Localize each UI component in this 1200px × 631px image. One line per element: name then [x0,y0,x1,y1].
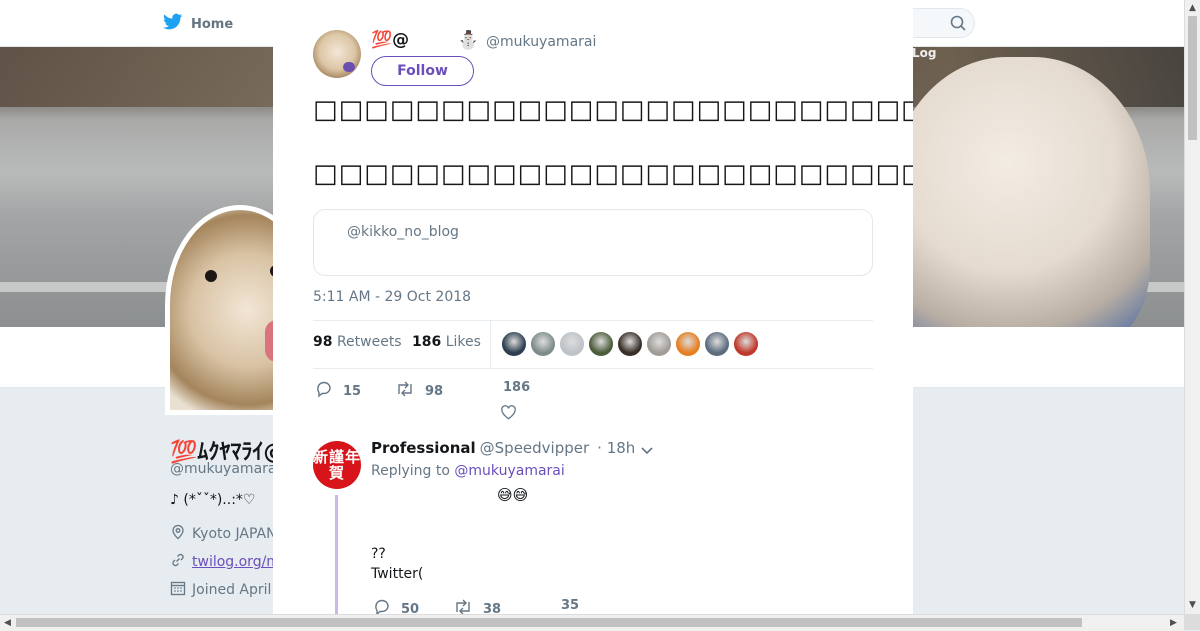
tweet-text-line-2: □□□□□□□□□□□□□□□□□□□□□□□□□□□□□□□□□□□□□□□□… [313,159,913,189]
reply-button[interactable]: 15 [315,380,361,402]
author-avatar[interactable] [313,30,361,78]
calendar-icon [170,580,186,600]
snowman-emoji: ⛄ [457,30,480,51]
reply-header: Professional @Speedvipper · 18h [371,439,635,457]
reply-time[interactable]: · 18h [597,439,635,457]
reply-actions: 50 38 35 [371,598,791,614]
retweets-count: 98 [313,334,333,350]
retweet-button[interactable]: 98 [395,380,443,402]
reply-reply-count: 50 [401,601,420,615]
replying-to-label: Replying to [371,463,450,479]
website-link[interactable]: twilog.org/m [192,554,280,570]
author-handle[interactable]: @mukuyamarai [486,34,596,50]
author-name-text: 💯@ [371,30,410,50]
reply-icon [373,598,391,614]
liker-avatar[interactable] [675,331,701,357]
profile-website: twilog.org/m [170,552,280,572]
liker-avatar[interactable] [501,331,527,357]
chevron-down-icon [640,442,654,461]
replying-to-link[interactable]: @mukuyamarai [454,463,564,479]
reply-emoji: 😅😅 [497,486,529,504]
location-pin-icon [170,524,186,544]
likes-count: 186 [412,334,442,350]
scroll-left-arrow-icon[interactable]: ◀ [4,618,11,628]
likes-stat[interactable]: 186 Likes [412,334,481,350]
tweet-timestamp[interactable]: 5:11 AM - 29 Oct 2018 [313,289,471,305]
liker-avatar[interactable] [588,331,614,357]
reply-more-button[interactable] [640,442,654,461]
banner-dog [890,57,1150,327]
liker-avatar[interactable] [733,331,759,357]
heart-icon [500,404,517,425]
scroll-up-arrow-icon[interactable]: ▲ [1189,3,1196,13]
profile-joined: Joined April [170,580,271,600]
liker-avatar[interactable] [617,331,643,357]
avatar-eye-left [205,270,217,282]
reply-author-handle[interactable]: @Speedvipper [480,439,590,457]
location-text: Kyoto JAPAN [192,526,277,542]
joined-text: Joined April [192,582,272,598]
profile-handle: @mukuyamarai [170,461,281,477]
home-nav-item[interactable]: Home [163,13,233,35]
retweets-stat[interactable]: 98 Retweets [313,334,402,350]
quoted-tweet-card[interactable]: @kikko_no_blog [313,209,873,276]
search-icon [950,15,966,35]
author-name[interactable]: 💯@ [371,30,409,50]
retweets-label: Retweets [336,334,402,350]
reply-count: 15 [343,383,362,399]
likes-label: Likes [445,334,481,350]
tweet-actions: 15 98 186 [313,380,873,424]
scroll-down-arrow-icon[interactable]: ▼ [1189,600,1196,610]
reply-like-button[interactable]: 35 [561,598,579,613]
reply-reply-button[interactable]: 50 [373,598,419,614]
scrollbar-corner [1184,614,1200,630]
profile-location: Kyoto JAPAN [170,524,277,544]
home-label: Home [191,16,234,32]
vertical-scroll-thumb[interactable] [1188,16,1197,140]
link-icon [170,552,186,572]
retweet-icon [453,598,473,614]
reply-like-count: 35 [561,598,580,613]
stats-divider [490,321,491,368]
reply-retweet-count: 38 [483,601,502,615]
replying-to: Replying to @mukuyamarai [371,463,565,479]
reply-author-name[interactable]: Professional [371,439,476,457]
reply-retweet-button[interactable]: 38 [453,598,501,614]
follow-button[interactable]: Follow [371,56,474,86]
profile-bio: ♪ (*ˇˇ*)..:*♡ [170,492,256,508]
tweet-text-line-1: □□□□□□□□□□□□□□□□□□□□□□□□□□□ [313,95,913,125]
reply-text-line-2: Twitter( [371,566,424,582]
scroll-right-arrow-icon[interactable]: ▶ [1170,618,1177,628]
reply-author-avatar[interactable]: 新謹年賀 [313,441,361,489]
quoted-handle[interactable]: @kikko_no_blog [347,224,459,240]
tweet-stats: 98 Retweets 186 Likes [313,320,873,369]
retweet-count: 98 [425,383,444,399]
reply-icon [315,380,333,402]
avatar-paw-badge [343,62,355,72]
close-icon [1154,15,1178,40]
retweet-icon [395,380,415,402]
liker-avatar[interactable] [704,331,730,357]
tweet-modal: 💯@ ⛄ @mukuyamarai Follow □□□□□□□□□□□□□□□… [273,0,913,614]
banner-sign-text: Log [912,47,937,60]
horizontal-scrollbar[interactable]: ◀ ▶ [0,614,1184,631]
thread-line [335,495,338,614]
close-modal-button[interactable] [1154,12,1178,36]
like-count-wrap[interactable]: 186 [503,380,530,395]
like-count: 186 [503,380,531,395]
liker-avatar[interactable] [559,331,585,357]
horizontal-scroll-thumb[interactable] [16,618,1082,627]
twitter-bird-icon [163,13,183,35]
liker-avatar[interactable] [646,331,672,357]
reply-text-line-1: ?? [371,546,386,562]
likers-avatars [501,331,759,357]
like-button[interactable] [500,404,517,425]
liker-avatar[interactable] [530,331,556,357]
vertical-scrollbar[interactable]: ▲ ▼ [1184,0,1200,614]
